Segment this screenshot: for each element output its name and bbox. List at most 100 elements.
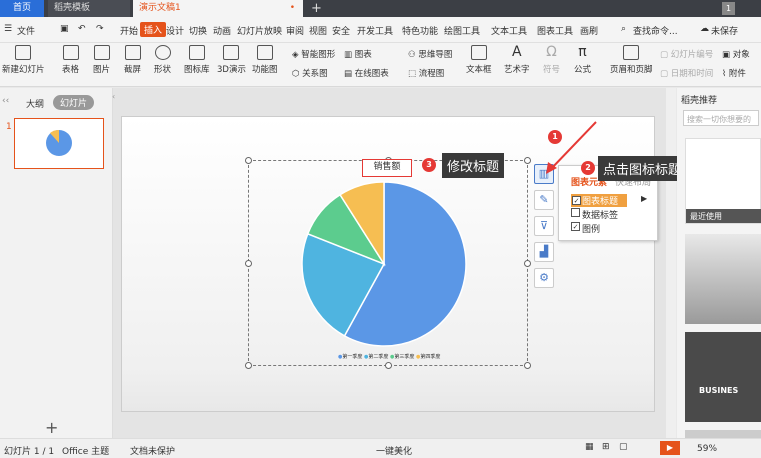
resize-handle[interactable] — [245, 362, 252, 369]
chart-settings-gear-icon[interactable]: ⚙ — [534, 268, 554, 288]
menu-features[interactable]: 特色功能 — [402, 24, 438, 37]
new-tab-icon[interactable]: + — [311, 0, 322, 17]
menu-text-tools[interactable]: 文本工具 — [491, 24, 527, 37]
resize-handle[interactable] — [385, 362, 392, 369]
menu-design[interactable]: 设计 — [166, 24, 184, 37]
smartart-button[interactable]: ◈ 智能图形 — [292, 48, 335, 60]
search-icon[interactable]: ⌕ — [621, 24, 626, 34]
resize-handle[interactable] — [245, 157, 252, 164]
new-slide-button[interactable]: 新建幻灯片 — [2, 45, 45, 75]
menu-icon[interactable]: ☰ — [4, 24, 12, 34]
save-icon[interactable]: ▣ — [60, 24, 69, 34]
attachment-button[interactable]: ⌇ 附件 — [722, 67, 746, 79]
tab-home[interactable]: 首页 — [0, 0, 44, 17]
chart-title[interactable]: 销售额 — [362, 159, 412, 177]
menu-insert[interactable]: 插入 — [140, 22, 167, 37]
checkbox-icon[interactable]: ✓ — [572, 196, 581, 205]
redo-icon[interactable]: ↷ — [96, 24, 104, 34]
mindmap-button[interactable]: ⚇ 思维导图 — [408, 48, 452, 60]
chart-filter-button[interactable]: ⊽ — [534, 216, 554, 236]
view-sorter-icon[interactable]: ⊞ — [602, 442, 610, 452]
tab-document[interactable]: 演示文稿1 • — [133, 0, 303, 17]
view-normal-icon[interactable]: ▦ — [585, 442, 594, 452]
table-button[interactable]: 表格 — [62, 45, 79, 75]
vertical-scrollbar[interactable] — [666, 88, 676, 438]
option-chart-title[interactable]: ✓ 图表标题 — [571, 194, 627, 207]
menu-review[interactable]: 审阅 — [286, 24, 304, 37]
pie-chart[interactable] — [298, 180, 478, 350]
flowchart-button[interactable]: ⬚ 流程图 — [408, 67, 444, 79]
option-data-labels[interactable]: 数据标签 — [571, 208, 618, 221]
checkbox-icon[interactable]: ✓ — [571, 222, 580, 231]
option-legend[interactable]: ✓ 图例 — [571, 222, 600, 235]
header-footer-button[interactable]: 页眉和页脚 — [610, 45, 653, 75]
resize-handle[interactable] — [245, 260, 252, 267]
menu-animation[interactable]: 动画 — [213, 24, 231, 37]
search-command[interactable]: 查找命令... — [633, 24, 678, 37]
textbox-icon — [470, 45, 487, 60]
chart-button[interactable]: ▥ 图表 — [344, 48, 372, 60]
undo-icon[interactable]: ↶ — [78, 24, 86, 34]
menu-brush[interactable]: 画刷 — [580, 24, 598, 37]
3d-button[interactable]: 3D演示 — [217, 45, 246, 75]
picture-button[interactable]: 图片 — [93, 45, 110, 75]
play-button[interactable]: ▶ — [660, 441, 680, 455]
template-tab-label: 稻壳模板 — [54, 3, 91, 13]
chart-type-button[interactable]: ▟ — [534, 242, 554, 262]
menu-start[interactable]: 开始 — [120, 24, 138, 37]
step-badge-1: 1 — [548, 130, 562, 144]
save-status[interactable]: 未保存 — [711, 24, 738, 37]
view-reading-icon[interactable]: ▢ — [619, 442, 628, 452]
document-tab-label: 演示文稿1 — [139, 3, 181, 13]
resize-handle[interactable] — [524, 260, 531, 267]
screenshot-button[interactable]: 截屏 — [124, 45, 141, 75]
relation-button[interactable]: ⬡ 关系图 — [292, 67, 328, 79]
legend-label: 第四季度 — [420, 354, 441, 360]
resize-handle[interactable] — [524, 362, 531, 369]
online-chart-button[interactable]: ▤ 在线图表 — [344, 67, 389, 79]
scroll-left[interactable]: ‹ — [112, 92, 115, 101]
symbol-button[interactable]: Ω 符号 — [543, 45, 560, 75]
menu-file[interactable]: 文件 — [17, 24, 35, 37]
menu-slideshow[interactable]: 幻灯片放映 — [237, 24, 282, 37]
menu-transition[interactable]: 切换 — [189, 24, 207, 37]
zoom-level[interactable]: 59% — [697, 444, 717, 454]
option-label: 图表标题 — [582, 197, 619, 207]
collapse-panel-icon[interactable]: ‹‹ — [2, 96, 9, 106]
resize-handle[interactable] — [524, 157, 531, 164]
slide-thumbnail[interactable] — [14, 118, 104, 169]
formula-button[interactable]: π 公式 — [574, 45, 591, 75]
outline-tab[interactable]: 大纲 — [26, 97, 44, 110]
docer-title[interactable]: 稻壳推荐 — [681, 93, 717, 106]
chart-style-brush-button[interactable]: ✎ — [534, 190, 554, 210]
menu-chart-tools[interactable]: 图表工具 — [537, 24, 573, 37]
checkbox-icon[interactable] — [571, 208, 580, 217]
slides-tab[interactable]: 幻灯片 — [53, 95, 95, 110]
template-card-partial[interactable] — [685, 430, 761, 438]
relation-label: 关系图 — [302, 69, 328, 79]
template-card[interactable]: 最近使用 — [685, 138, 761, 224]
icon-library-button[interactable]: 图标库 — [184, 45, 210, 75]
docer-search-input[interactable]: 搜索一切你想要的 — [683, 110, 759, 126]
template-card-city[interactable] — [685, 234, 761, 324]
close-tab-icon[interactable]: • — [290, 0, 295, 17]
shape-button[interactable]: 形状 — [154, 45, 171, 75]
wordart-button[interactable]: A 艺术字 — [504, 45, 530, 75]
tab-template[interactable]: 稻壳模板 — [48, 0, 130, 17]
slide-number-button[interactable]: ▢ 幻灯片编号 — [660, 48, 713, 60]
menu-view[interactable]: 视图 — [309, 24, 327, 37]
protect-status[interactable]: 文档未保护 — [130, 444, 175, 457]
chart-legend[interactable]: ●第一季度 ●第二季度 ●第三季度 ●第四季度 — [338, 353, 440, 360]
object-button[interactable]: ▣ 对象 — [722, 48, 750, 60]
menu-developer[interactable]: 开发工具 — [357, 24, 393, 37]
function-chart-button[interactable]: 功能图 — [252, 45, 278, 75]
menu-drawing-tools[interactable]: 绘图工具 — [444, 24, 480, 37]
datetime-button[interactable]: ▢ 日期和时间 — [660, 67, 713, 79]
menu-security[interactable]: 安全 — [332, 24, 350, 37]
submenu-arrow-icon[interactable]: ▶ — [641, 194, 647, 203]
template-card-business[interactable]: BUSINES — [685, 332, 761, 422]
user-icon[interactable]: 1 — [722, 2, 735, 15]
add-slide-icon[interactable]: + — [45, 418, 58, 437]
beautify-button[interactable]: 一键美化 — [376, 444, 412, 457]
textbox-button[interactable]: 文本框 — [466, 45, 492, 75]
